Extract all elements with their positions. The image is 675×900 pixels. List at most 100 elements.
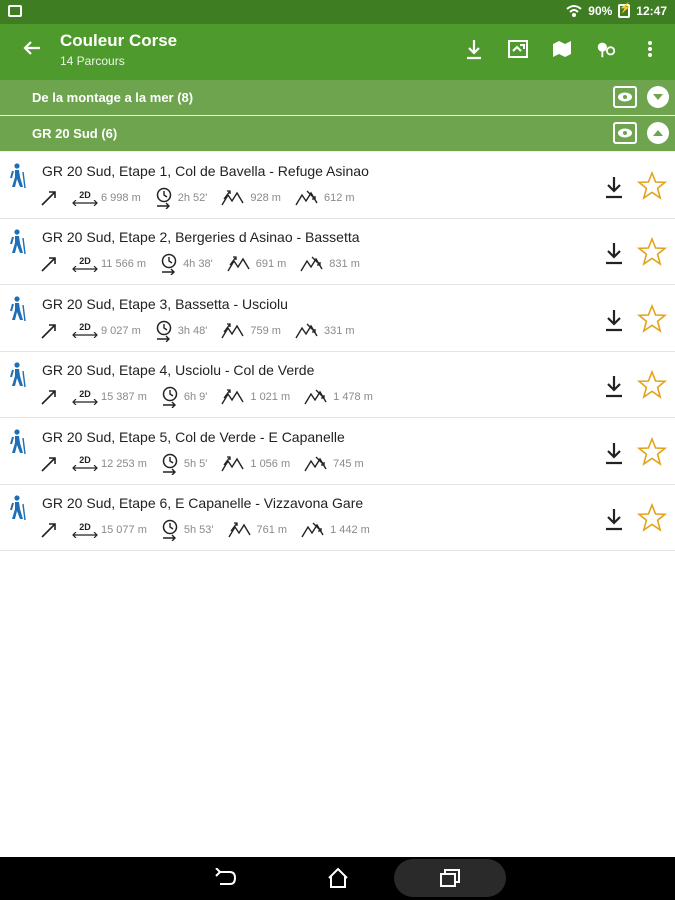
stat-distance: 2D 15 077 m bbox=[72, 522, 147, 538]
distance-2d-icon: 2D bbox=[72, 456, 98, 472]
stat-distance: 2D 11 566 m bbox=[72, 256, 146, 272]
download-icon[interactable] bbox=[463, 38, 485, 60]
group-header[interactable]: GR 20 Sud (6) bbox=[0, 116, 675, 152]
download-icon[interactable] bbox=[603, 374, 625, 398]
stat-descent: 831 m bbox=[300, 255, 360, 273]
group-header[interactable]: De la montage a la mer (8) bbox=[0, 80, 675, 116]
clock-icon bbox=[162, 453, 178, 475]
hiker-icon bbox=[10, 296, 26, 321]
ascent-value: 1 021 m bbox=[250, 391, 291, 404]
route-item[interactable]: GR 20 Sud, Etape 1, Col de Bavella - Ref… bbox=[0, 153, 675, 219]
download-icon[interactable] bbox=[603, 241, 625, 265]
hiker-icon bbox=[10, 495, 26, 521]
stat-slope bbox=[40, 255, 58, 273]
star-icon[interactable] bbox=[637, 503, 667, 533]
route-item[interactable]: GR 20 Sud, Etape 5, Col de Verde - E Cap… bbox=[0, 418, 675, 485]
duration-value: 5h 53' bbox=[183, 524, 214, 536]
trend-arrow-icon bbox=[41, 323, 56, 339]
download-icon[interactable] bbox=[603, 507, 625, 531]
ascent-icon bbox=[221, 455, 244, 471]
descent-icon bbox=[304, 456, 327, 471]
stat-distance: 2D 15 387 m bbox=[72, 389, 147, 405]
nav-back-icon[interactable] bbox=[212, 866, 240, 890]
descent-icon bbox=[295, 323, 318, 339]
battery-percent: 90% bbox=[588, 4, 613, 18]
descent-icon bbox=[295, 190, 318, 206]
duration-value: 4h 38' bbox=[183, 258, 213, 271]
location-pins-icon[interactable] bbox=[595, 38, 617, 60]
system-nav-bar bbox=[0, 857, 675, 900]
ascent-icon bbox=[227, 256, 250, 272]
clock-icon bbox=[156, 187, 171, 209]
duration-value: 2h 52' bbox=[177, 192, 208, 204]
chevron-up-icon[interactable] bbox=[647, 122, 669, 144]
eye-icon[interactable] bbox=[613, 86, 637, 108]
stat-ascent: 759 m bbox=[221, 322, 281, 340]
distance-value: 6 998 m bbox=[101, 192, 141, 204]
group-label: De la montage a la mer (8) bbox=[32, 90, 194, 105]
trend-arrow-icon bbox=[41, 390, 56, 405]
stat-ascent: 1 021 m bbox=[221, 388, 290, 406]
map-export-icon[interactable] bbox=[507, 38, 529, 60]
stat-duration: 6h 9' bbox=[161, 386, 207, 409]
ascent-value: 928 m bbox=[250, 192, 281, 204]
distance-2d-icon: 2D bbox=[72, 256, 98, 272]
ascent-value: 759 m bbox=[250, 324, 281, 337]
duration-value: 3h 48' bbox=[177, 324, 208, 337]
download-icon[interactable] bbox=[603, 441, 625, 465]
stat-slope bbox=[40, 189, 58, 207]
route-item[interactable]: GR 20 Sud, Etape 3, Bassetta - Usciolu 2… bbox=[0, 285, 675, 352]
stat-slope bbox=[40, 388, 58, 406]
descent-value: 1 442 m bbox=[330, 524, 370, 536]
stat-ascent: 691 m bbox=[227, 255, 286, 273]
route-item[interactable]: GR 20 Sud, Etape 2, Bergeries d Asinao -… bbox=[0, 219, 675, 286]
stat-duration: 5h 53' bbox=[161, 519, 214, 541]
stat-duration: 4h 38' bbox=[160, 253, 213, 276]
distance-2d-icon: 2D bbox=[72, 190, 98, 206]
stat-ascent: 1 056 m bbox=[221, 455, 290, 473]
map-icon[interactable] bbox=[551, 38, 573, 60]
nav-recents-icon[interactable] bbox=[436, 866, 464, 890]
stat-descent: 1 478 m bbox=[304, 388, 373, 406]
wifi-icon bbox=[566, 5, 582, 17]
descent-icon bbox=[300, 256, 323, 272]
stat-descent: 331 m bbox=[295, 322, 355, 340]
stat-distance: 2D 12 253 m bbox=[72, 456, 147, 472]
descent-value: 831 m bbox=[329, 258, 360, 271]
group-label: GR 20 Sud (6) bbox=[32, 126, 118, 141]
star-icon[interactable] bbox=[637, 303, 667, 334]
stat-slope bbox=[40, 322, 58, 340]
star-icon[interactable] bbox=[637, 370, 667, 400]
stat-duration: 3h 48' bbox=[155, 320, 208, 342]
clock-icon bbox=[162, 519, 178, 541]
status-bar: 90% 12:47 bbox=[0, 0, 675, 24]
stat-descent: 1 442 m bbox=[301, 521, 370, 539]
chevron-down-icon[interactable] bbox=[647, 86, 669, 108]
nav-home-icon[interactable] bbox=[324, 866, 352, 890]
overflow-menu-icon[interactable] bbox=[639, 38, 661, 60]
hiker-icon bbox=[10, 163, 26, 189]
star-icon[interactable] bbox=[637, 436, 667, 467]
hiker-icon bbox=[10, 362, 26, 388]
page-subtitle: 14 Parcours bbox=[60, 54, 125, 68]
route-item[interactable]: GR 20 Sud, Etape 6, E Capanelle - Vizzav… bbox=[0, 485, 675, 551]
route-item[interactable]: GR 20 Sud, Etape 4, Usciolu - Col de Ver… bbox=[0, 352, 675, 419]
star-icon[interactable] bbox=[637, 237, 667, 267]
ascent-value: 1 056 m bbox=[250, 457, 291, 470]
star-icon[interactable] bbox=[637, 171, 667, 201]
distance-2d-icon: 2D bbox=[72, 323, 98, 339]
download-icon[interactable] bbox=[603, 175, 625, 199]
stat-slope bbox=[40, 455, 58, 473]
download-icon[interactable] bbox=[603, 308, 625, 332]
distance-value: 12 253 m bbox=[101, 457, 147, 470]
distance-value: 15 077 m bbox=[101, 524, 147, 536]
ascent-icon bbox=[227, 522, 251, 538]
descent-icon bbox=[301, 522, 324, 538]
ascent-icon bbox=[221, 389, 244, 405]
eye-icon[interactable] bbox=[613, 122, 637, 144]
trend-arrow-icon bbox=[41, 456, 56, 472]
stat-distance: 2D 9 027 m bbox=[72, 323, 141, 339]
back-arrow-icon[interactable] bbox=[22, 38, 42, 64]
distance-2d-icon: 2D bbox=[72, 389, 98, 405]
route-name: GR 20 Sud, Etape 1, Col de Bavella - Ref… bbox=[42, 163, 369, 179]
